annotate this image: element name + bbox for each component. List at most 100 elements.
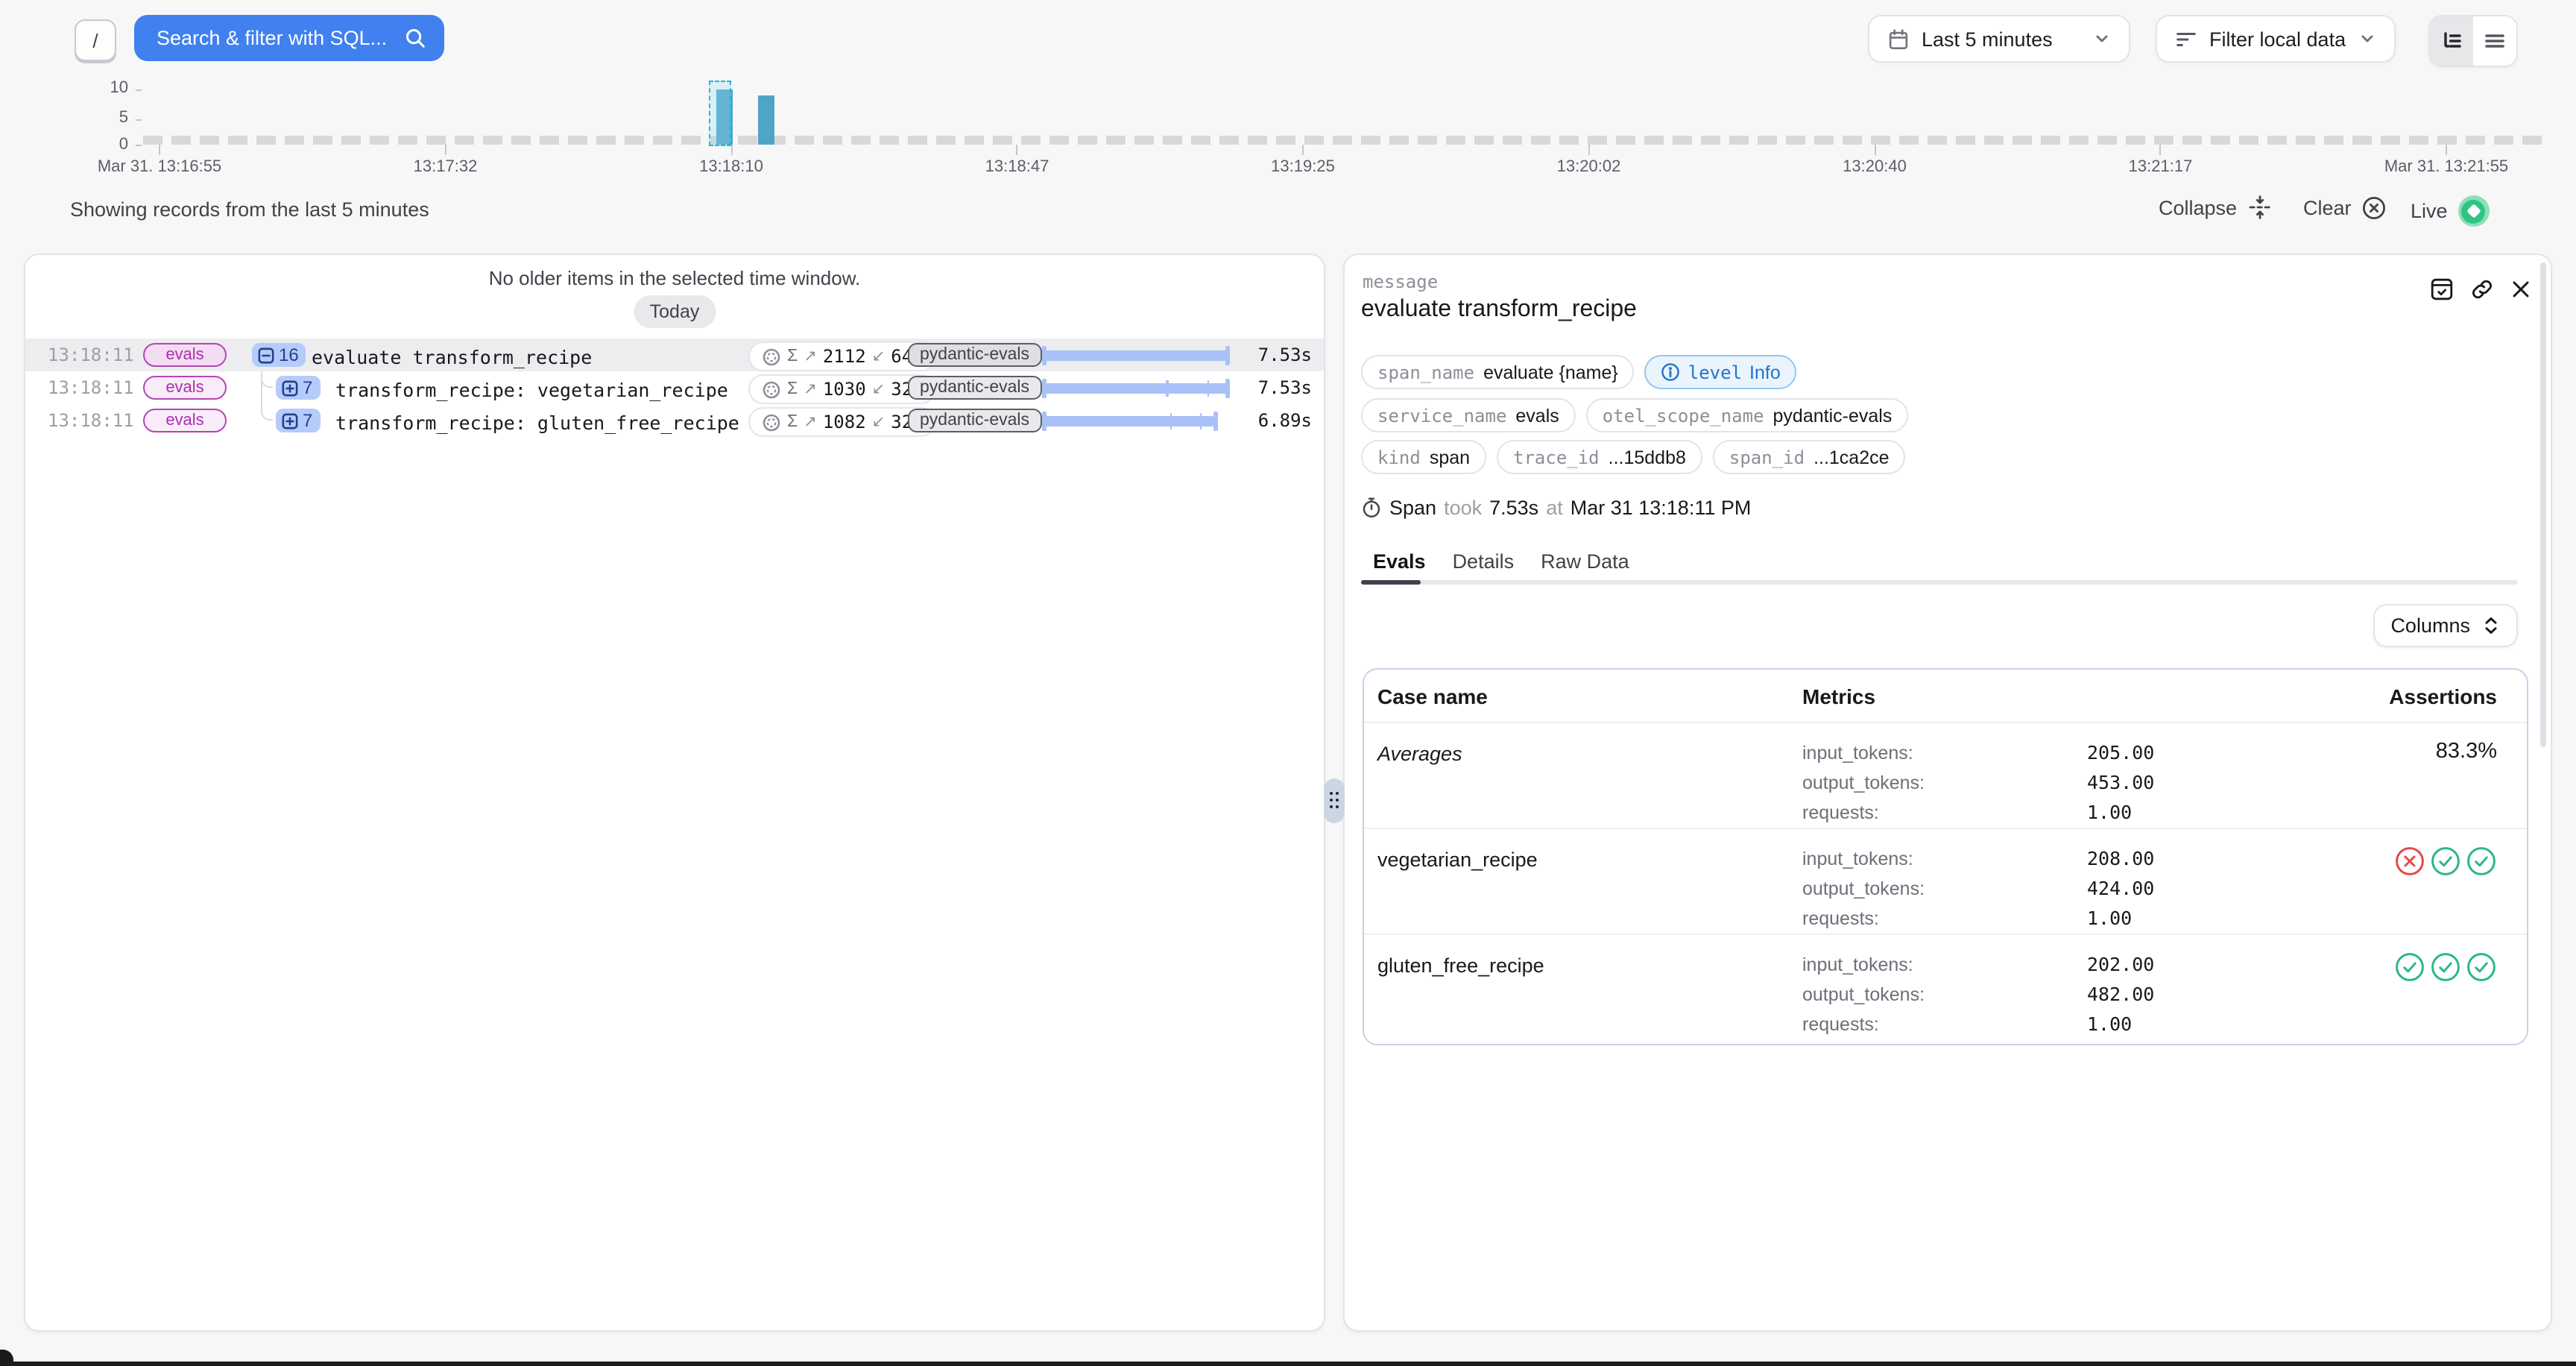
x-axis-tick-mark <box>2446 145 2447 155</box>
search-button[interactable]: Search & filter with SQL... <box>134 15 444 61</box>
duration-bar <box>1042 339 1230 371</box>
tag-value: span <box>1430 447 1470 468</box>
columns-button[interactable]: Columns <box>2373 604 2518 647</box>
tag-span-name[interactable]: span_name evaluate {name} <box>1361 355 1635 389</box>
detail-title: evaluate transform_recipe <box>1361 297 1637 324</box>
tab-underline-track <box>1361 580 2518 584</box>
tag-level[interactable]: level Info <box>1645 355 1797 389</box>
x-axis-tick-labels: Mar 31. 13:16:5513:17:3213:18:1013:18:47… <box>160 158 2446 179</box>
dock-panel-button[interactable] <box>2430 277 2454 301</box>
otel-scope-badge: pydantic-evals <box>908 375 1041 399</box>
duration-label: 6.89s <box>1258 410 1312 431</box>
span-timestamp: Mar 31 13:18:11 PM <box>1570 497 1752 519</box>
live-toggle[interactable]: Live <box>2411 195 2490 227</box>
arrow-down-left-icon: ↙ <box>872 380 886 398</box>
up-down-chevrons-icon <box>2482 616 2500 635</box>
input-tokens: 1082 <box>823 412 866 432</box>
time-range-value: Last 5 minutes <box>1922 28 2081 50</box>
x-axis-tick-label: 13:17:32 <box>414 158 478 176</box>
duration-bar-start-cap <box>1042 378 1046 397</box>
duration-label: 7.53s <box>1258 377 1312 398</box>
coin-icon <box>762 347 781 366</box>
panel-resize-handle[interactable] <box>1324 778 1345 823</box>
eval-row-averages[interactable]: Averages input_tokens: output_tokens: re… <box>1364 723 2527 829</box>
y-axis-tick-mark <box>136 119 142 121</box>
tag-key: otel_scope_name <box>1603 405 1764 426</box>
trace-row-vegetarian-recipe[interactable]: 13:18:11 evals 7 transform_recipe: veget… <box>25 371 1324 404</box>
expand-children-badge[interactable]: 7 <box>276 409 320 432</box>
tag-service-name[interactable]: service_name evals <box>1361 398 1576 432</box>
duration-bar-tick <box>1208 380 1210 396</box>
tag-kind[interactable]: kind span <box>1361 440 1486 474</box>
histogram-bar[interactable] <box>716 89 733 145</box>
active-tab-underline <box>1361 580 1421 584</box>
x-axis-tick-label: Mar 31. 13:21:55 <box>2384 158 2508 176</box>
time-range-select[interactable]: Last 5 minutes <box>1868 15 2130 63</box>
clear-button[interactable]: Clear <box>2303 195 2387 221</box>
tag-trace-id[interactable]: trace_id ...15ddb8 <box>1497 440 1702 474</box>
service-badge[interactable]: evals <box>143 376 227 400</box>
case-name: Averages <box>1377 723 1802 828</box>
chevron-down-icon <box>2093 30 2111 48</box>
collapse-button[interactable]: Collapse <box>2159 195 2271 219</box>
filter-local-data-value: Filter local data <box>2209 28 2346 50</box>
trace-timestamp: 13:18:11 <box>48 377 134 398</box>
duration-bar-fill <box>1042 350 1230 360</box>
tree-view-toggle[interactable] <box>2430 16 2473 66</box>
metric-values: 205.00 453.00 1.00 <box>2087 723 2300 828</box>
input-tokens: 2112 <box>823 346 866 367</box>
trace-row-gluten-free-recipe[interactable]: 13:18:11 evals 7 transform_recipe: glute… <box>25 404 1324 437</box>
tab-evals[interactable]: Evals <box>1373 550 1426 573</box>
expand-children-badge[interactable]: 7 <box>276 376 320 400</box>
live-label: Live <box>2411 200 2448 222</box>
tag-otel-scope-name[interactable]: otel_scope_name pydantic-evals <box>1586 398 1909 432</box>
record-kind-label: message <box>1363 271 1438 292</box>
tab-raw-data[interactable]: Raw Data <box>1541 550 1629 573</box>
collapse-label: Collapse <box>2159 196 2237 218</box>
histogram-bars <box>160 78 2446 145</box>
y-axis-tick-label: 5 <box>86 110 128 127</box>
sigma-icon: Σ <box>787 413 798 431</box>
assertions-cell: 83.3% <box>2300 723 2497 828</box>
search-icon <box>404 27 426 49</box>
service-badge[interactable]: evals <box>143 343 227 367</box>
showing-records-text: Showing records from the last 5 minutes <box>70 198 429 221</box>
minus-square-icon <box>258 347 274 363</box>
x-axis-tick-mark <box>1302 145 1304 155</box>
metric-labels: input_tokens: output_tokens: requests: <box>1802 723 2087 828</box>
tag-span-id[interactable]: span_id ...1ca2ce <box>1713 440 1906 474</box>
tag-key: kind <box>1377 447 1421 468</box>
case-name: vegetarian_recipe <box>1377 829 1802 934</box>
y-axis-tick-label: 0 <box>86 136 128 153</box>
service-badge[interactable]: evals <box>143 409 227 432</box>
duration-bar-end-cap <box>1226 345 1230 365</box>
at-word: at <box>1546 497 1563 519</box>
tab-details[interactable]: Details <box>1453 550 1515 573</box>
eval-row-vegetarian-recipe[interactable]: vegetarian_recipe input_tokens: output_t… <box>1364 829 2527 935</box>
timeline-histogram[interactable]: 10 5 0 Mar 31. 13:16:5513:17:3213:18:101… <box>0 78 2576 185</box>
collapse-children-badge[interactable]: 16 <box>252 343 306 367</box>
otel-scope-badge: pydantic-evals <box>908 408 1041 432</box>
detail-panel-scrollbar[interactable] <box>2540 262 2546 747</box>
bottom-left-corner <box>0 1350 13 1366</box>
search-button-label: Search & filter with SQL... <box>157 27 387 49</box>
copy-link-button[interactable] <box>2470 277 2494 301</box>
eval-row-gluten-free-recipe[interactable]: gluten_free_recipe input_tokens: output_… <box>1364 935 2527 1041</box>
list-view-toggle[interactable] <box>2473 16 2516 66</box>
duration-bar <box>1042 371 1230 404</box>
x-axis-tick-label: 13:20:40 <box>1843 158 1907 176</box>
assertions-cell <box>2300 829 2497 934</box>
tag-key: trace_id <box>1513 447 1600 468</box>
trace-row-evaluate-transform-recipe[interactable]: 13:18:11 evals 16 evaluate transform_rec… <box>25 339 1324 371</box>
x-axis-tick-label: 13:19:25 <box>1271 158 1335 176</box>
close-panel-button[interactable] <box>2510 277 2531 301</box>
assertion-percentage: 83.3% <box>2436 740 2497 764</box>
trace-timestamp: 13:18:11 <box>48 410 134 431</box>
tag-value: evaluate {name} <box>1483 362 1618 383</box>
tag-value: ...15ddb8 <box>1609 447 1686 468</box>
y-axis-tick-mark <box>136 145 142 146</box>
filter-local-data-select[interactable]: Filter local data <box>2156 15 2396 63</box>
duration-bar-tick <box>1166 380 1168 396</box>
coin-icon <box>762 412 781 432</box>
histogram-bar[interactable] <box>759 95 775 145</box>
